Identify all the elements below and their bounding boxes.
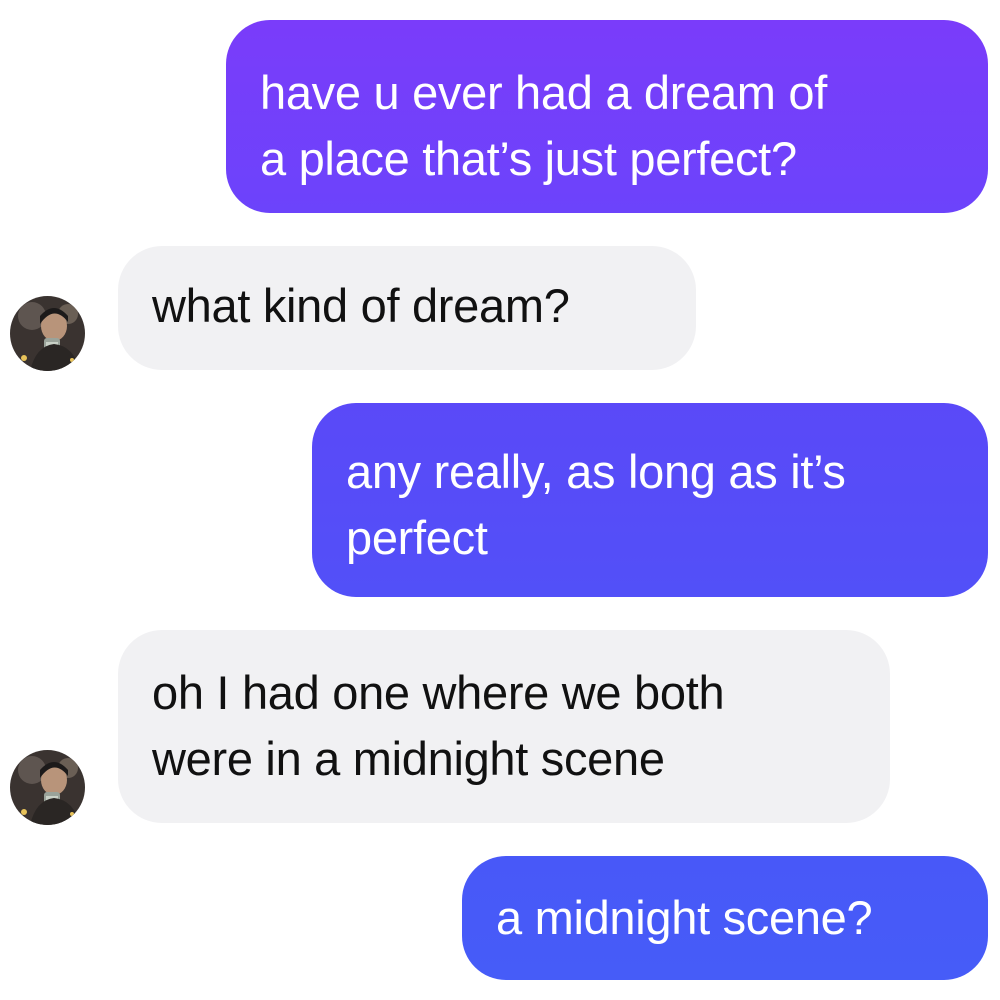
message-text-line: perfect xyxy=(346,511,488,564)
incoming-message-bubble[interactable]: oh I had one where we both were in a mid… xyxy=(118,630,890,823)
contact-avatar[interactable] xyxy=(10,750,85,825)
outgoing-message-bubble[interactable]: a midnight scene? xyxy=(462,856,988,980)
message-text-line: have u ever had a dream of xyxy=(260,66,828,119)
contact-avatar[interactable] xyxy=(10,296,85,371)
message-text-line: any really, as long as it’s xyxy=(346,445,846,498)
message-text-line: oh I had one where we both xyxy=(152,666,725,719)
outgoing-message-bubble[interactable]: have u ever had a dream of a place that’… xyxy=(226,20,988,213)
avatar-photo-icon xyxy=(10,296,85,371)
outgoing-message-bubble[interactable]: any really, as long as it’s perfect xyxy=(312,403,988,597)
avatar-photo-icon xyxy=(10,750,85,825)
message-text-line: a place that’s just perfect? xyxy=(260,132,797,185)
incoming-message-bubble[interactable]: what kind of dream? xyxy=(118,246,696,370)
message-text-line: were in a midnight scene xyxy=(152,732,665,785)
message-text-line: what kind of dream? xyxy=(152,279,570,332)
message-text-line: a midnight scene? xyxy=(496,891,873,944)
